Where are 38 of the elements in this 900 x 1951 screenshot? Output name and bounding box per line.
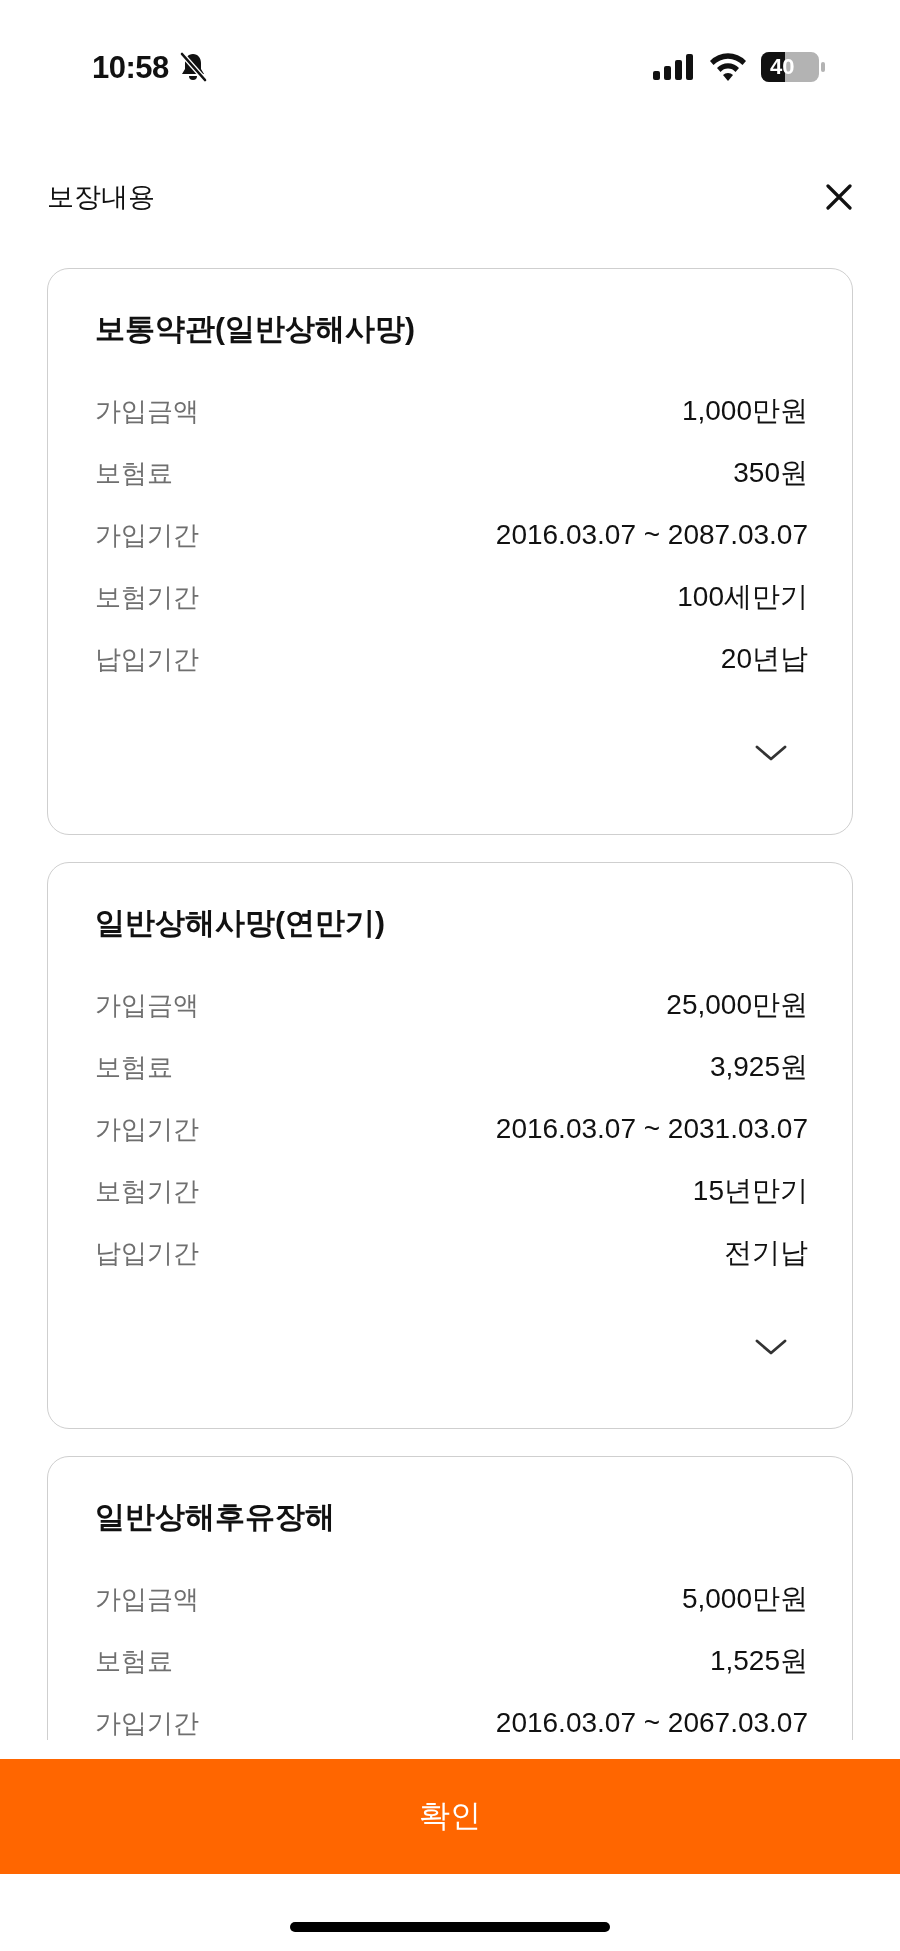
clock-time: 10:58 <box>92 51 169 83</box>
field-value: 1,525원 <box>709 1646 808 1676</box>
field-value: 전기납 <box>724 1238 808 1268</box>
field-label: 보험기간 <box>95 1176 199 1206</box>
field-value: 25,000만원 <box>666 990 808 1020</box>
close-icon <box>826 184 852 210</box>
field-value: 2016.03.07 ~ 2067.03.07 <box>495 1708 808 1738</box>
field-label: 보험료 <box>95 1052 173 1082</box>
field-label: 가입기간 <box>95 520 199 550</box>
chevron-down-icon <box>755 745 787 761</box>
field-value: 350원 <box>733 458 808 488</box>
field-value: 3,925원 <box>709 1052 808 1082</box>
field-value: 1,000만원 <box>681 396 808 426</box>
field-value: 5,000만원 <box>681 1584 808 1614</box>
confirm-button[interactable]: 확인 <box>0 1759 900 1874</box>
field-label: 가입금액 <box>95 990 199 1020</box>
coverage-title: 일반상해후유장해 <box>95 1499 335 1535</box>
wifi-icon <box>709 53 747 81</box>
coverage-title: 일반상해사망(연만기) <box>95 905 385 941</box>
field-label: 보험료 <box>95 1646 173 1676</box>
bell-slash-icon <box>178 52 207 82</box>
field-label: 가입금액 <box>95 396 199 426</box>
field-value: 2016.03.07 ~ 2087.03.07 <box>495 520 808 550</box>
field-value: 100세만기 <box>677 582 808 612</box>
field-value: 15년만기 <box>692 1176 808 1206</box>
coverage-title: 보통약관(일반상해사망) <box>95 311 415 347</box>
field-label: 납입기간 <box>95 644 199 674</box>
sheet-title: 보장내용 <box>47 183 155 211</box>
chevron-down-icon <box>755 1339 787 1355</box>
field-value: 2016.03.07 ~ 2031.03.07 <box>495 1114 808 1144</box>
field-label: 가입금액 <box>95 1584 199 1614</box>
signal-icon <box>653 54 695 80</box>
field-label: 납입기간 <box>95 1238 199 1268</box>
field-label: 보험기간 <box>95 582 199 612</box>
field-value: 20년납 <box>720 644 808 674</box>
field-label: 가입기간 <box>95 1708 199 1738</box>
field-label: 보험료 <box>95 458 173 488</box>
field-label: 가입기간 <box>95 1114 199 1144</box>
